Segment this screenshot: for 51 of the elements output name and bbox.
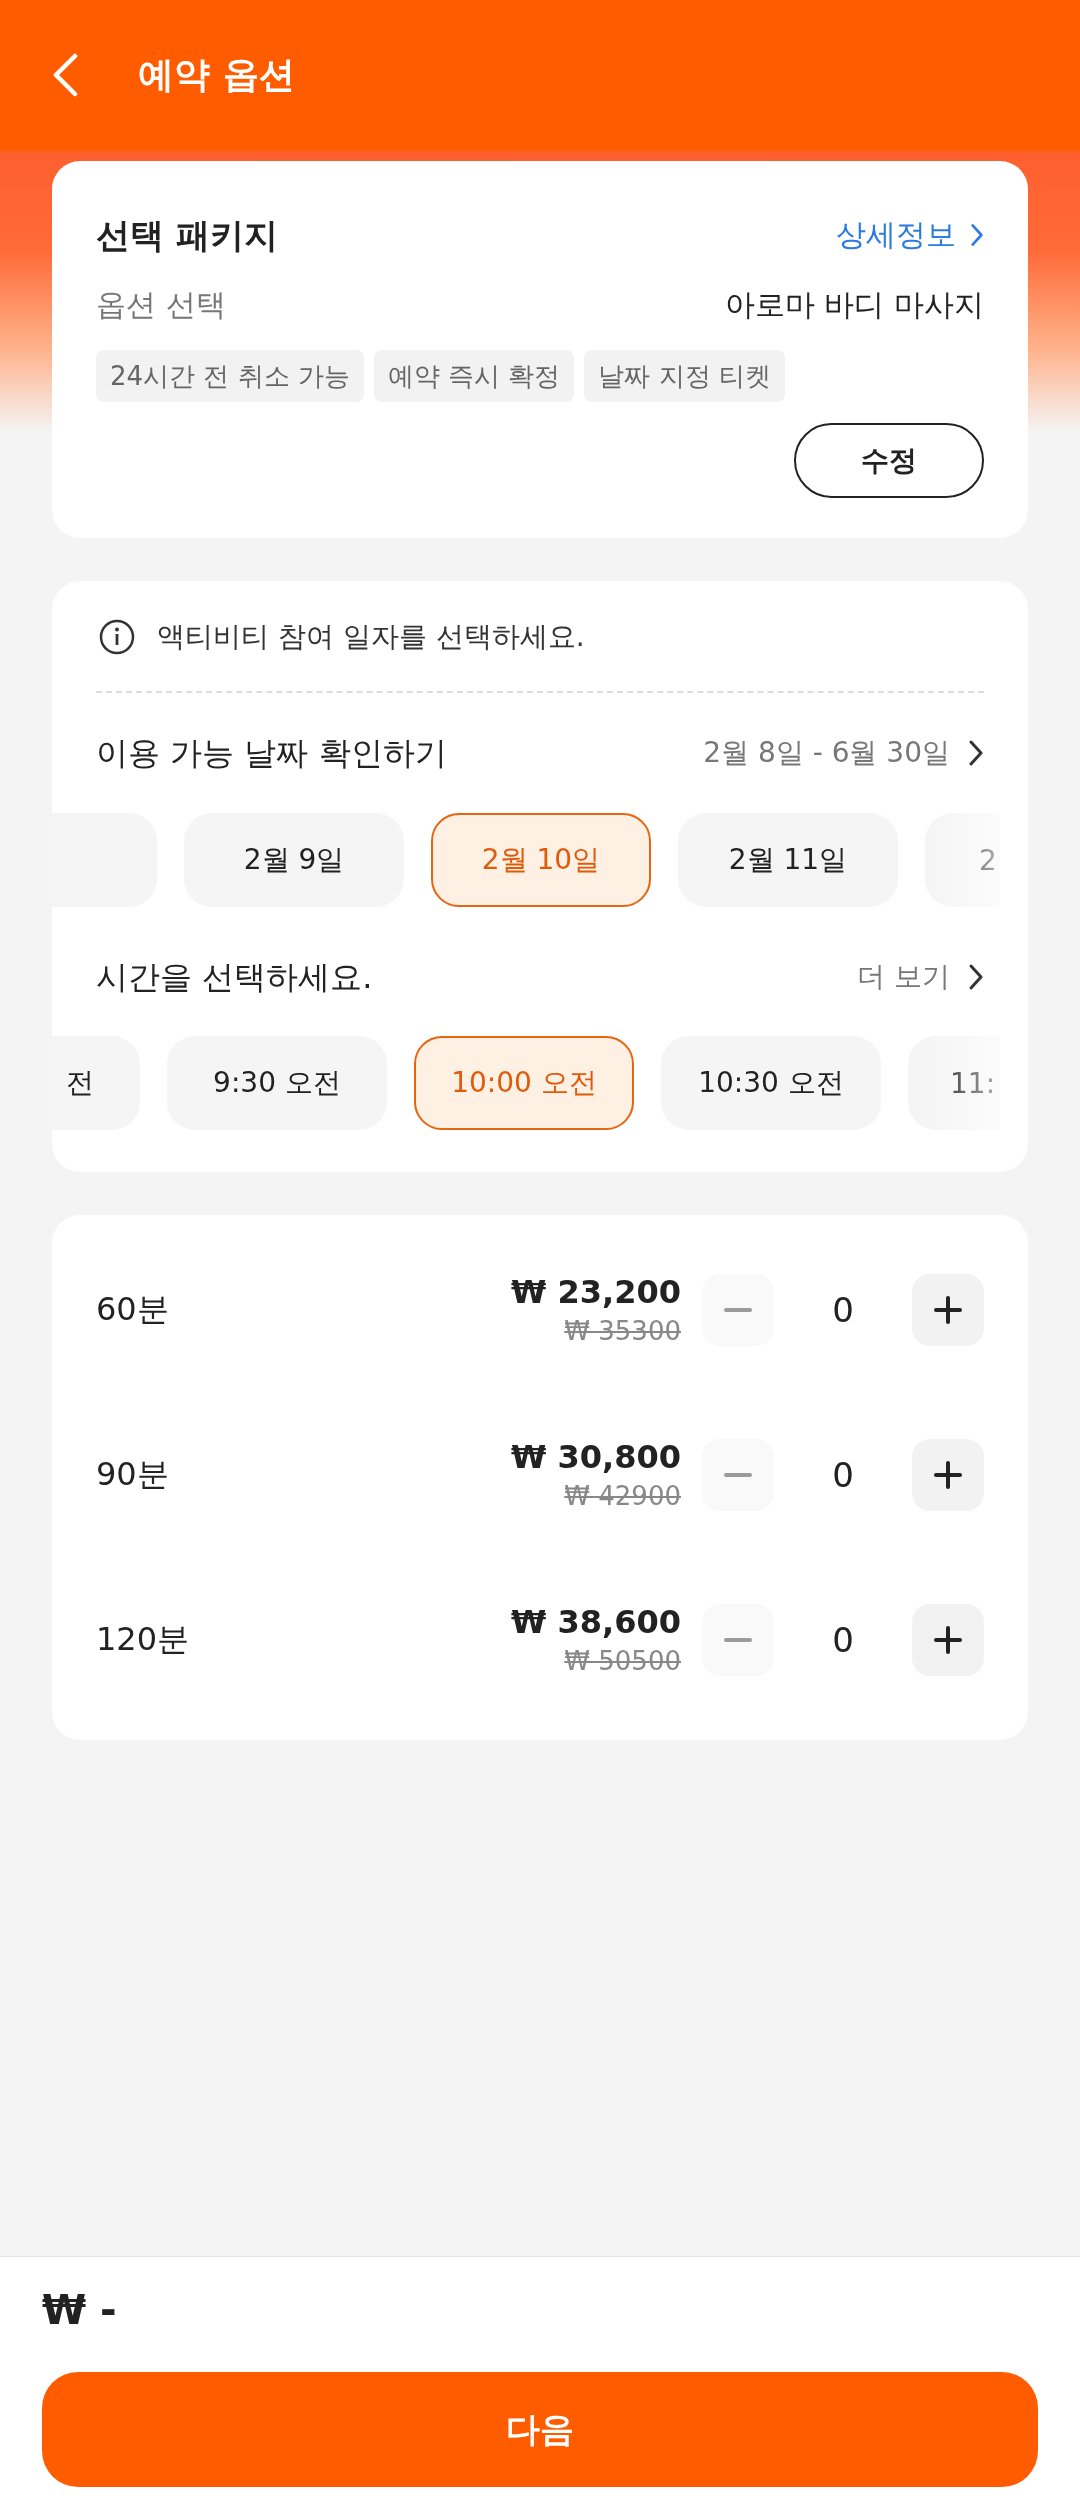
total-price: ₩ - <box>42 2286 117 2335</box>
chevron-icon <box>968 962 984 992</box>
info-icon <box>99 619 135 655</box>
increase-button[interactable] <box>912 1438 984 1511</box>
plus-icon <box>934 1295 962 1324</box>
original-price: ₩ 42900 <box>564 1479 681 1513</box>
quantity-value: 0 <box>831 1619 855 1660</box>
date-chip[interactable]: 2월 9일 <box>184 813 404 907</box>
page-title: 예약 옵션 <box>138 52 295 97</box>
date-chip[interactable]: 2월 11일 <box>678 813 898 907</box>
price: ₩ 30,800 <box>511 1436 681 1478</box>
feature-tag: 날짜 지정 티켓 <box>584 350 785 402</box>
details-link[interactable]: 상세정보 <box>836 214 984 256</box>
package-title: 선택 패키지 <box>96 214 278 257</box>
minus-icon <box>724 1637 752 1642</box>
next-button[interactable]: 다음 <box>42 2372 1038 2487</box>
time-chip[interactable]: 9:30 오전 <box>167 1036 387 1130</box>
date-heading: 이용 가능 날짜 확인하기 <box>96 733 447 773</box>
time-chip[interactable]: 11: <box>908 1036 1000 1130</box>
more-link[interactable]: 더 보기 <box>857 957 984 997</box>
original-price: ₩ 50500 <box>564 1644 681 1678</box>
minus-icon <box>724 1307 752 1312</box>
time-heading: 시간을 선택하세요. <box>96 957 373 997</box>
option-label: 옵션 선택 <box>96 286 226 324</box>
quantity-value: 0 <box>831 1289 855 1330</box>
edit-button[interactable]: 수정 <box>794 423 984 498</box>
date-chip[interactable]: 2 <box>925 813 1000 907</box>
feature-tag: 예약 즉시 확정 <box>373 350 575 402</box>
price: ₩ 38,600 <box>511 1601 681 1643</box>
option-name: 60분 <box>96 1288 170 1330</box>
original-price: ₩ 35300 <box>564 1314 681 1348</box>
option-name: 120분 <box>96 1618 191 1660</box>
time-chip[interactable]: 10:00 오전 <box>414 1036 634 1130</box>
time-chip[interactable]: 10:30 오전 <box>661 1036 881 1130</box>
option-value: 아로마 바디 마사지 <box>724 286 984 324</box>
increase-button[interactable] <box>912 1603 984 1676</box>
back-icon[interactable] <box>52 53 78 97</box>
minus-icon <box>724 1472 752 1477</box>
date-chip[interactable]: 2월 10일 <box>431 813 651 907</box>
chevron-icon <box>970 222 984 248</box>
increase-button[interactable] <box>912 1273 984 1346</box>
quantity-value: 0 <box>831 1454 855 1495</box>
notice-text: 액티비티 참여 일자를 선택하세요. <box>157 619 585 655</box>
chevron-icon <box>968 738 984 768</box>
feature-tag: 24시간 전 취소 가능 <box>96 350 364 402</box>
date-range-link[interactable]: 2월 8일 - 6월 30일 <box>703 733 984 773</box>
time-chip[interactable]: 전 <box>52 1036 140 1130</box>
plus-icon <box>934 1625 962 1654</box>
option-name: 90분 <box>96 1453 170 1495</box>
price: ₩ 23,200 <box>511 1271 681 1313</box>
plus-icon <box>934 1460 962 1489</box>
